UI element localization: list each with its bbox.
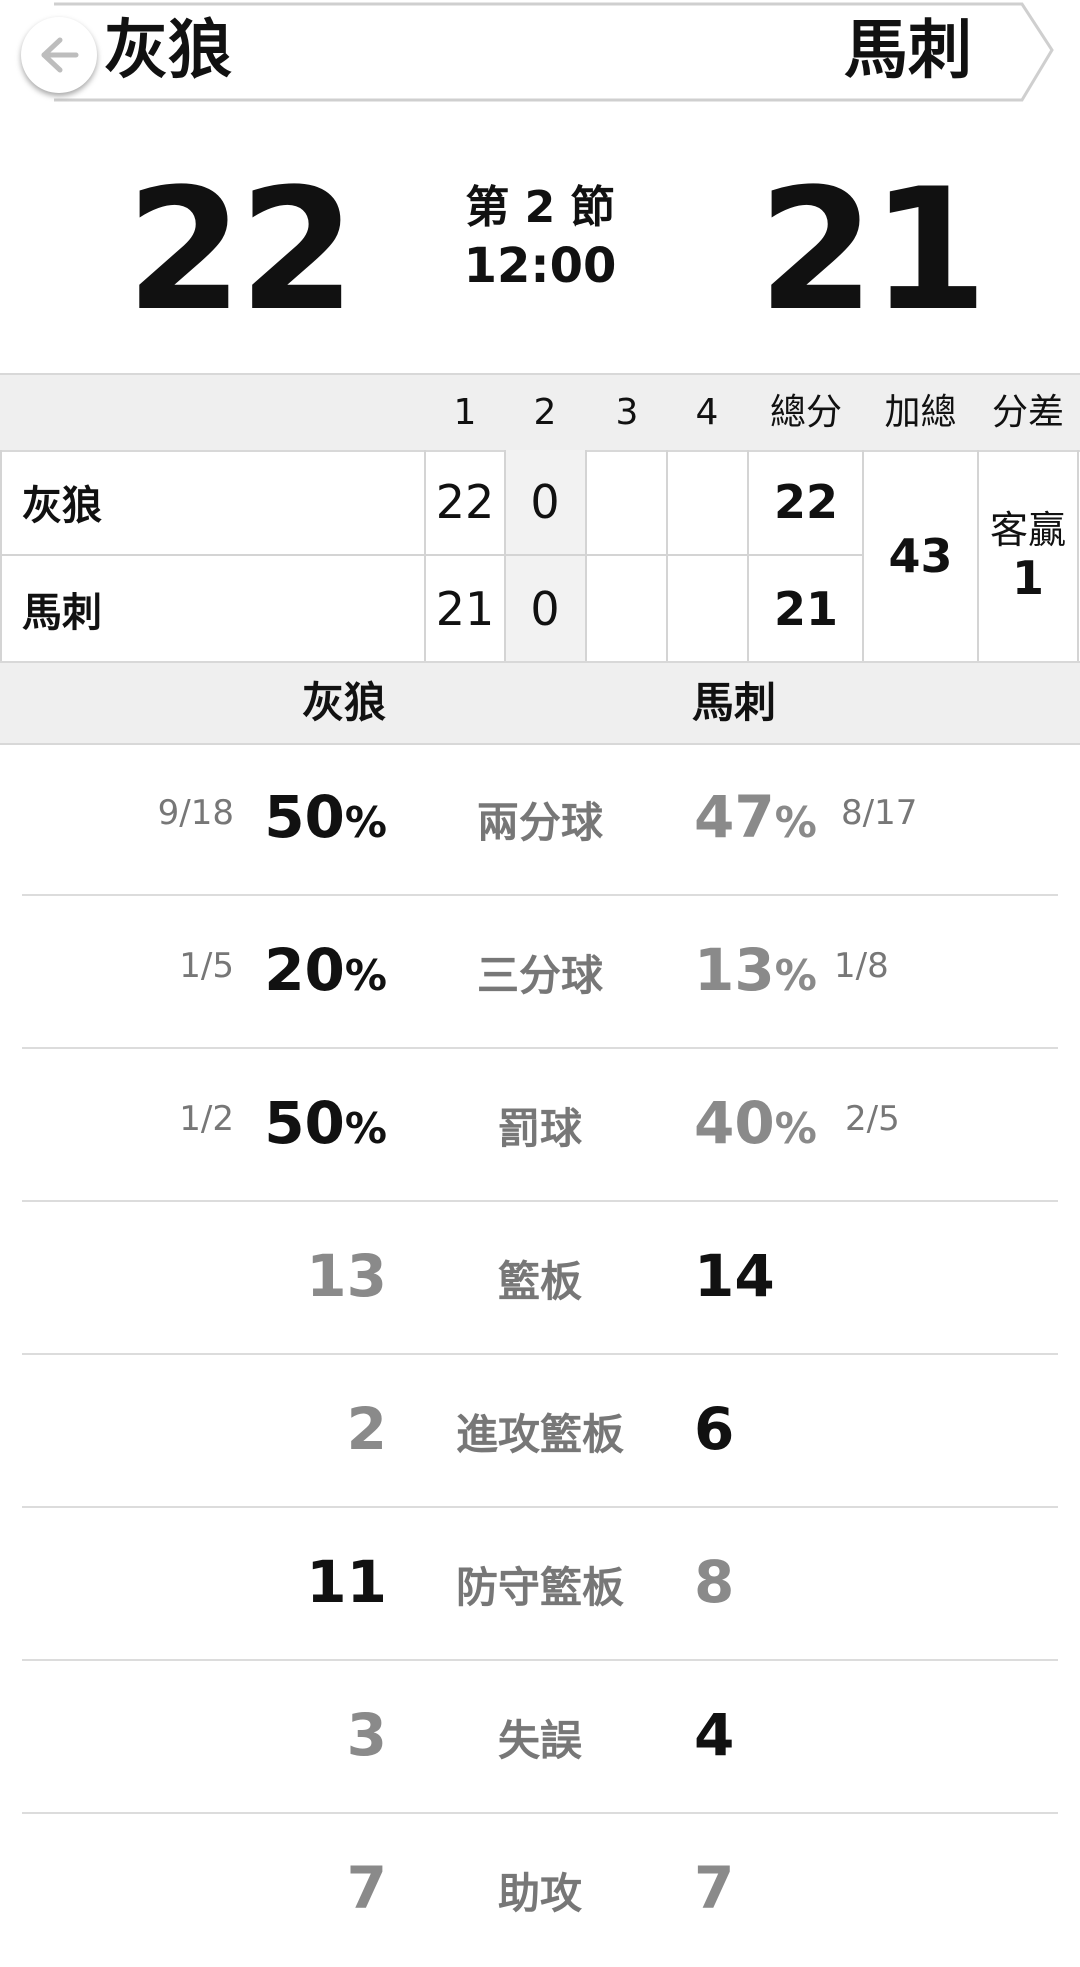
header-q4: 4	[695, 392, 719, 433]
home-number: 50	[264, 1089, 345, 1157]
stat-row-defensive-rebounds: 11 防守籃板 8	[0, 1508, 1080, 1661]
away-unit: %	[774, 798, 817, 847]
row-team-away: 馬刺	[22, 589, 102, 636]
away-total: 21	[773, 581, 838, 636]
away-q2: 0	[530, 581, 560, 636]
away-frac: 2/5	[845, 1099, 900, 1139]
header-combined: 加總	[884, 392, 957, 433]
back-button[interactable]	[21, 17, 97, 93]
header-q1: 1	[453, 392, 477, 433]
header-q2: 2	[533, 392, 557, 433]
away-value: 7	[694, 1854, 735, 1922]
home-value: 50%	[264, 1089, 387, 1157]
stats-home-team: 灰狼	[301, 678, 386, 727]
header-total: 總分	[769, 392, 842, 433]
home-q3	[587, 450, 667, 554]
diff-label: 客贏	[989, 507, 1066, 552]
away-value: 14	[694, 1242, 775, 1310]
away-value: 40%	[694, 1089, 817, 1157]
away-value: 13%	[694, 936, 817, 1004]
home-value: 7	[346, 1854, 387, 1922]
row-team-home: 灰狼	[22, 483, 102, 529]
home-value: 2	[346, 1395, 387, 1463]
team-header-banner: 灰狼 馬刺	[0, 0, 1080, 110]
away-frac: 1/8	[834, 946, 889, 986]
combined-score: 43	[888, 528, 953, 583]
team-stats-list: 9/18 50% 兩分球 47% 8/17 1/5 20% 三分球 13% 1/…	[0, 743, 1080, 1967]
home-q4	[667, 450, 747, 554]
period-label: 第 2 節	[465, 182, 615, 233]
away-q1: 21	[435, 581, 495, 636]
away-value: 4	[694, 1701, 735, 1769]
stat-label: 進攻籃板	[455, 1410, 624, 1459]
home-value: 50%	[264, 783, 387, 851]
diff-value: 1	[1011, 550, 1044, 605]
stats-team-bar: 灰狼 馬刺	[0, 661, 1080, 745]
home-score: 22	[126, 152, 356, 348]
stat-label: 助攻	[497, 1869, 582, 1918]
game-clock: 12:00	[463, 238, 617, 294]
stat-row-turnovers: 3 失誤 4	[0, 1661, 1080, 1814]
game-status: 第 2 節 12:00	[420, 180, 660, 296]
stat-row-offensive-rebounds: 2 進攻籃板 6	[0, 1355, 1080, 1508]
away-frac: 8/17	[841, 793, 918, 833]
arrow-left-icon	[41, 37, 79, 73]
away-unit: %	[774, 1104, 817, 1153]
away-q4	[667, 556, 747, 661]
away-number: 40	[694, 1089, 775, 1157]
home-frac: 9/18	[157, 793, 234, 833]
header-q3: 3	[615, 392, 639, 433]
stat-label: 罰球	[497, 1104, 582, 1153]
home-value: 11	[306, 1548, 387, 1616]
home-value: 13	[306, 1242, 387, 1310]
home-q1: 22	[435, 475, 495, 529]
stat-row-free-throws: 1/2 50% 罰球 40% 2/5	[0, 1049, 1080, 1202]
away-value: 6	[694, 1395, 735, 1463]
stat-row-three-pointers: 1/5 20% 三分球 13% 1/8	[0, 896, 1080, 1049]
quarter-score-table: 1 2 3 4 總分 加總 分差 灰狼 22 0 22 馬刺 21 0 21 4…	[0, 373, 1080, 745]
home-q2: 0	[530, 475, 560, 529]
home-unit: %	[344, 1104, 387, 1153]
away-value: 47%	[694, 783, 817, 851]
home-total: 22	[773, 475, 838, 529]
header-diff: 分差	[991, 392, 1064, 433]
away-score: 21	[758, 152, 988, 348]
home-unit: %	[344, 951, 387, 1000]
quarter-table-header: 1 2 3 4 總分 加總 分差	[0, 373, 1080, 452]
stats-away-team: 馬刺	[691, 678, 776, 727]
stat-label: 籃板	[497, 1257, 582, 1306]
away-q3	[587, 556, 667, 661]
stat-row-two-pointers: 9/18 50% 兩分球 47% 8/17	[0, 743, 1080, 896]
away-number: 13	[694, 936, 775, 1004]
away-number: 47	[694, 783, 775, 851]
home-value: 3	[346, 1701, 387, 1769]
home-frac: 1/5	[179, 946, 234, 986]
away-unit: %	[774, 951, 817, 1000]
home-frac: 1/2	[179, 1099, 234, 1139]
away-team-title: 馬刺	[844, 14, 972, 88]
home-unit: %	[344, 798, 387, 847]
home-team-title: 灰狼	[104, 14, 232, 88]
home-number: 20	[264, 936, 345, 1004]
stat-label: 失誤	[497, 1716, 582, 1765]
stat-label: 防守籃板	[455, 1563, 624, 1612]
stat-row-assists: 7 助攻 7	[0, 1814, 1080, 1967]
stat-row-rebounds: 13 籃板 14	[0, 1202, 1080, 1355]
home-number: 50	[264, 783, 345, 851]
home-value: 20%	[264, 936, 387, 1004]
away-value: 8	[694, 1548, 735, 1616]
stat-label: 三分球	[476, 951, 603, 1000]
score-diff: 客贏 1	[978, 450, 1078, 661]
stat-label: 兩分球	[476, 798, 603, 847]
